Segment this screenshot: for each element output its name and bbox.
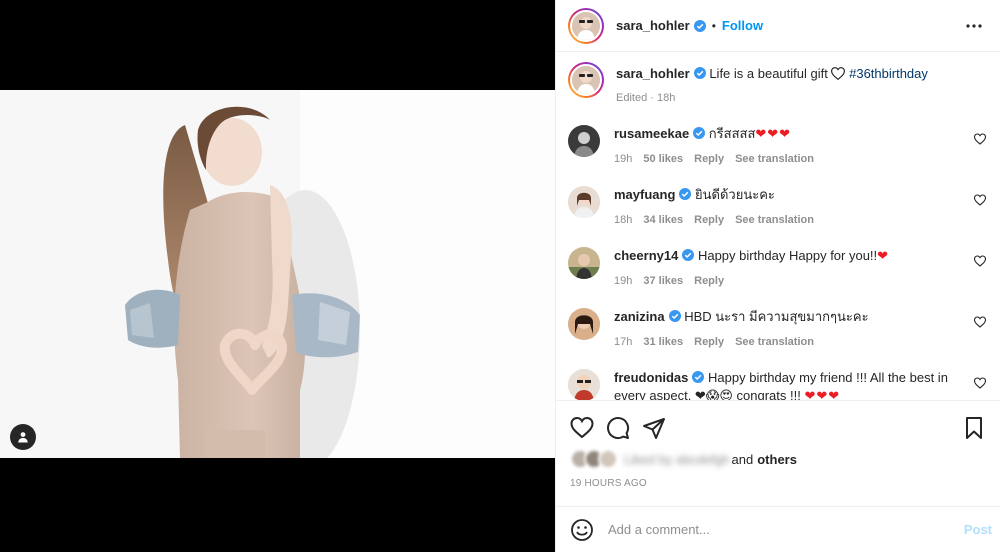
emoji-icon[interactable] [570,518,594,542]
follow-button[interactable]: Follow [722,18,763,33]
more-options-button[interactable] [962,14,986,38]
heart-icon[interactable] [570,416,594,440]
like-comment-heart-icon[interactable] [974,194,986,206]
commenter-avatar[interactable] [568,308,600,340]
comment-emoji: ❤❤❤ [755,126,792,141]
verified-badge-icon [692,371,705,383]
see-translation-button[interactable]: See translation [735,211,814,229]
like-comment-heart-icon[interactable] [974,377,986,389]
like-comment-heart-icon[interactable] [974,133,986,145]
verified-badge-icon [693,67,706,79]
likes-others-link[interactable]: others [757,452,797,467]
liker-avatars [570,449,618,469]
likes-summary[interactable]: Liked by abcdefgh and others [570,447,797,471]
post-comment-button[interactable]: Post [964,522,992,537]
comment-time[interactable]: 18h [614,211,632,229]
bookmark-icon[interactable] [962,416,986,440]
caption-avatar[interactable] [568,62,604,98]
user-tag-icon [18,432,28,443]
caption-hashtag[interactable]: #36thbirthday [849,66,928,81]
post-side-panel: sara_hohler • Follow sara_hohler Life is… [555,0,1000,552]
comments-list[interactable]: sara_hohler Life is a beautiful gift #36… [556,52,1000,400]
comment-likes[interactable]: 37 likes [643,272,683,290]
reply-button[interactable]: Reply [694,211,724,229]
liked-by-text: Liked by abcdefgh [624,451,730,467]
comment-emoji: ❤❤❤ [804,388,841,400]
verified-badge-icon [693,127,706,139]
comment-text: ยินดีด้วยนะคะ [695,187,775,202]
see-translation-button[interactable]: See translation [735,150,814,168]
comment-text: Happy birthday Happy for you!! [697,248,878,263]
comment-time[interactable]: 19h [614,150,632,168]
commenter-username[interactable]: mayfuang [614,187,675,202]
white-heart-icon [831,67,846,81]
verified-badge-icon [668,310,681,322]
author-avatar[interactable] [568,7,604,44]
post-timestamp[interactable]: 19 HOURS AGO [570,478,647,489]
caption-meta: Edited · 18h [616,92,676,104]
comment-item: freudonidas Happy birthday my friend !!!… [568,369,988,400]
reply-button[interactable]: Reply [694,272,724,290]
caption-text: Life is a beautiful gift [709,66,828,81]
author-username[interactable]: sara_hohler [616,18,690,33]
post-header: sara_hohler • Follow [556,0,1000,52]
photo-illustration [0,90,555,458]
see-translation-button[interactable]: See translation [735,333,814,351]
post-photo[interactable] [0,90,555,458]
verified-badge-icon [679,188,692,200]
more-options-icon [966,23,982,28]
reply-button[interactable]: Reply [694,333,724,351]
reply-button[interactable]: Reply [694,150,724,168]
comment-text: HBD นะรา มีความสุขมากๆนะคะ [684,309,869,324]
commenter-avatar[interactable] [568,125,600,157]
like-comment-heart-icon[interactable] [974,255,986,267]
commenter-username[interactable]: zanizina [614,309,665,324]
commenter-avatar[interactable] [568,247,600,279]
add-comment-bar: Post [556,506,1000,552]
comment-time[interactable]: 17h [614,333,632,351]
instagram-post: sara_hohler • Follow sara_hohler Life is… [0,0,1000,552]
user-tag-button[interactable] [10,424,36,450]
comment-emoji: ❤ [877,248,890,263]
caption-username[interactable]: sara_hohler [616,66,690,81]
comment-item: zanizina HBD นะรา มีความสุขมากๆนะคะ 17h 3… [568,308,988,351]
add-comment-input[interactable] [608,522,964,537]
verified-badge-icon [693,19,706,32]
comment-item: rusameekae กรีสสสส❤❤❤ 19h 50 likes Reply Se… [568,125,988,168]
commenter-username[interactable]: freudonidas [614,370,688,385]
post-actions [556,400,1000,446]
comment-item: cheerny14 Happy birthday Happy for you!!… [568,247,988,290]
commenter-username[interactable]: cheerny14 [614,248,678,263]
verified-badge-icon [682,249,695,261]
likes-and-text: and [731,451,754,467]
comment-likes[interactable]: 50 likes [643,150,683,168]
separator-dot: • [711,18,716,33]
post-media [0,0,555,552]
like-comment-heart-icon[interactable] [974,316,986,328]
comment-icon[interactable] [606,416,630,440]
commenter-avatar[interactable] [568,369,600,400]
commenter-username[interactable]: rusameekae [614,126,689,141]
comment-likes[interactable]: 34 likes [643,211,683,229]
commenter-avatar[interactable] [568,186,600,218]
post-caption: sara_hohler Life is a beautiful gift #36… [568,62,988,107]
comment-likes[interactable]: 31 likes [643,333,683,351]
comment-text: กรีสสสส [708,126,756,141]
comment-time[interactable]: 19h [614,272,632,290]
comment-item: mayfuang ยินดีด้วยนะคะ 18h 34 likes Reply S… [568,186,988,229]
share-icon[interactable] [642,416,666,440]
